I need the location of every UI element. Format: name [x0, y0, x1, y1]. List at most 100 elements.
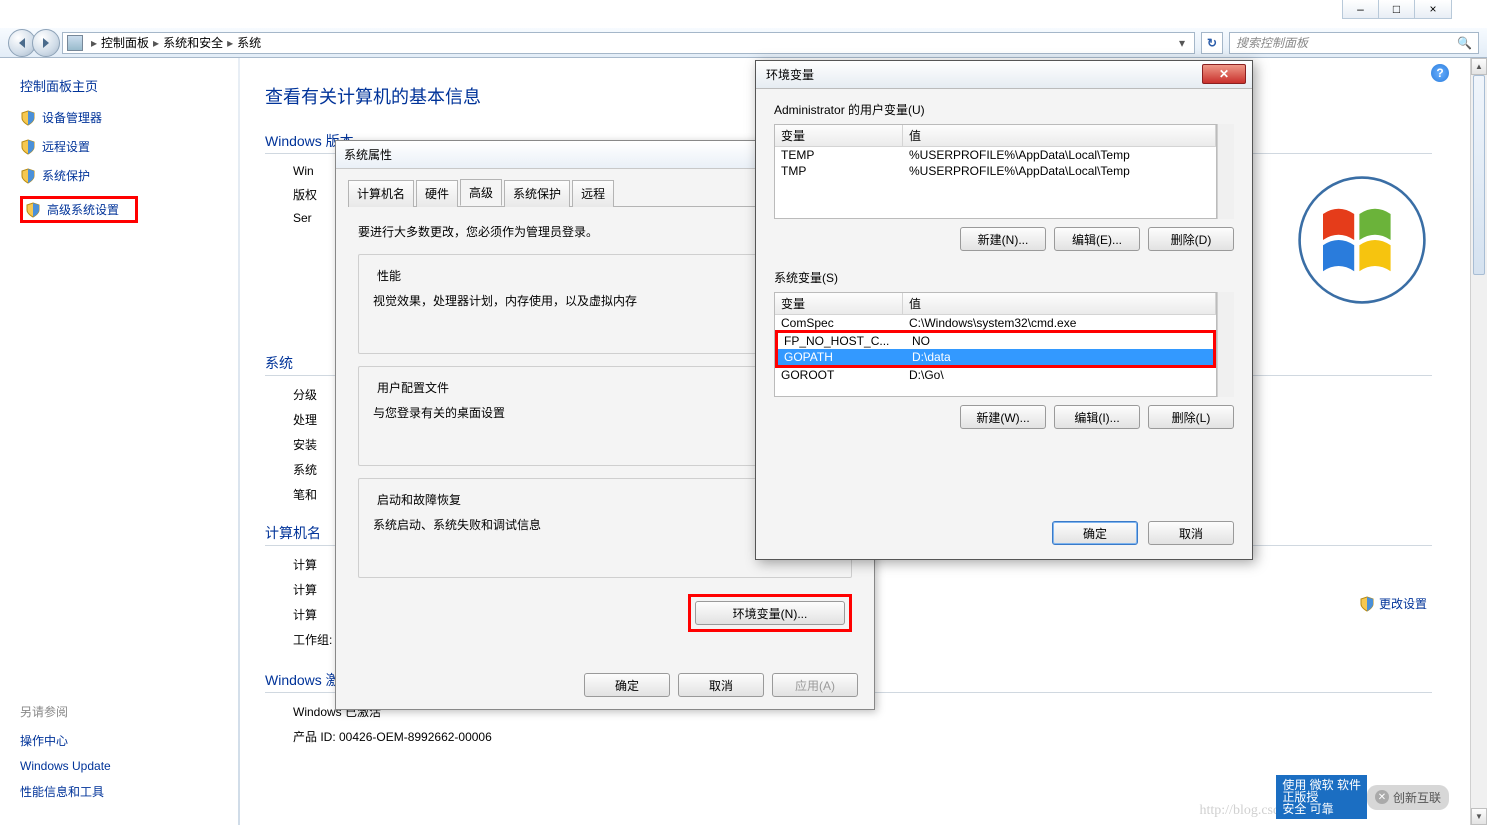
- sys-edit-button[interactable]: 编辑(I)...: [1054, 405, 1140, 429]
- breadcrumb-item[interactable]: 控制面板: [101, 34, 149, 51]
- listview-scrollbar[interactable]: [1217, 124, 1234, 219]
- list-row[interactable]: TMP%USERPROFILE%\AppData\Local\Temp: [775, 163, 1216, 179]
- var-value: D:\data: [906, 349, 957, 365]
- user-variables-section: Administrator 的用户变量(U) 变量 值 TEMP%USERPRO…: [756, 89, 1252, 257]
- list-row[interactable]: FP_NO_HOST_C...NO: [778, 333, 1213, 349]
- chevron-right-icon: ▸: [91, 36, 97, 50]
- col-value[interactable]: 值: [903, 125, 1216, 146]
- var-name: TMP: [775, 163, 903, 179]
- sidebar-item-advanced[interactable]: 高级系统设置: [25, 201, 119, 218]
- var-name: TEMP: [775, 147, 903, 163]
- search-placeholder: 搜索控制面板: [1236, 34, 1457, 51]
- tab-remote[interactable]: 远程: [572, 180, 614, 207]
- cancel-button[interactable]: 取消: [1148, 521, 1234, 545]
- sidebar-item-label: 系统保护: [42, 167, 90, 184]
- col-variable[interactable]: 变量: [775, 293, 903, 314]
- chevron-right-icon: ▸: [153, 36, 159, 50]
- list-row-selected[interactable]: GOPATHD:\data: [778, 349, 1213, 365]
- ok-button[interactable]: 确定: [1052, 521, 1138, 545]
- badge-line: 安全 可靠: [1282, 803, 1361, 815]
- computer-icon: [67, 35, 83, 51]
- environment-variables-button[interactable]: 环境变量(N)...: [695, 601, 845, 625]
- shield-icon: [20, 139, 36, 155]
- highlight-env-button: 环境变量(N)...: [688, 594, 852, 632]
- maximize-button[interactable]: □: [1379, 0, 1415, 18]
- explorer-toolbar: ▸ 控制面板 ▸ 系统和安全 ▸ 系统 ▾ ↻ 搜索控制面板 🔍: [0, 28, 1487, 58]
- dropdown-icon[interactable]: ▾: [1174, 36, 1190, 50]
- shield-icon: [25, 202, 41, 218]
- genuine-badge: 使用 微软 软件 正版授 安全 可靠: [1276, 775, 1367, 819]
- breadcrumb-item[interactable]: 系统和安全: [163, 34, 223, 51]
- sys-vars-listview[interactable]: 变量 值 ComSpecC:\Windows\system32\cmd.exe …: [774, 292, 1217, 397]
- sidebar-item-protection[interactable]: 系统保护: [20, 167, 230, 184]
- dialog-title: 环境变量: [756, 61, 1252, 89]
- listview-header: 变量 值: [775, 125, 1216, 147]
- col-value[interactable]: 值: [903, 293, 1216, 314]
- sys-vars-label: 系统变量(S): [774, 269, 1234, 286]
- minimize-button[interactable]: –: [1343, 0, 1379, 18]
- forward-button[interactable]: [32, 29, 60, 57]
- help-button[interactable]: ?: [1431, 64, 1449, 82]
- window-controls: – □ ×: [1342, 0, 1452, 19]
- sidebar-item-label: 设备管理器: [42, 109, 102, 126]
- user-delete-button[interactable]: 删除(D): [1148, 227, 1234, 251]
- tab-computer-name[interactable]: 计算机名: [348, 180, 414, 207]
- sys-new-button[interactable]: 新建(W)...: [960, 405, 1046, 429]
- tab-hardware[interactable]: 硬件: [416, 180, 458, 207]
- sidebar-item-label: 远程设置: [42, 138, 90, 155]
- var-value: %USERPROFILE%\AppData\Local\Temp: [903, 147, 1136, 163]
- nav-buttons: [8, 29, 56, 57]
- sidebar-item-device-manager[interactable]: 设备管理器: [20, 109, 230, 126]
- col-variable[interactable]: 变量: [775, 125, 903, 146]
- group-title: 用户配置文件: [373, 379, 453, 396]
- windows-logo-icon: [1297, 175, 1427, 305]
- ok-button[interactable]: 确定: [584, 673, 670, 697]
- link-performance[interactable]: 性能信息和工具: [20, 783, 230, 800]
- address-bar[interactable]: ▸ 控制面板 ▸ 系统和安全 ▸ 系统 ▾: [62, 32, 1195, 54]
- var-value: %USERPROFILE%\AppData\Local\Temp: [903, 163, 1136, 179]
- var-name: FP_NO_HOST_C...: [778, 333, 906, 349]
- minimize-icon: –: [1357, 2, 1364, 16]
- site-name: 创新互联: [1393, 789, 1441, 806]
- change-settings-link[interactable]: 更改设置: [1359, 595, 1427, 612]
- sidebar-item-remote[interactable]: 远程设置: [20, 138, 230, 155]
- tab-protection[interactable]: 系统保护: [504, 180, 570, 207]
- list-row[interactable]: TEMP%USERPROFILE%\AppData\Local\Temp: [775, 147, 1216, 163]
- environment-variables-dialog: 环境变量 ✕ Administrator 的用户变量(U) 变量 值 TEMP%…: [755, 60, 1253, 560]
- help-icon: ?: [1436, 66, 1443, 80]
- listview-scrollbar[interactable]: [1217, 292, 1234, 397]
- dialog-footer-buttons: 确定 取消: [1052, 521, 1234, 545]
- sidebar-title[interactable]: 控制面板主页: [20, 76, 230, 95]
- refresh-button[interactable]: ↻: [1201, 32, 1223, 54]
- user-vars-listview[interactable]: 变量 值 TEMP%USERPROFILE%\AppData\Local\Tem…: [774, 124, 1217, 219]
- tab-advanced[interactable]: 高级: [460, 179, 502, 206]
- user-edit-button[interactable]: 编辑(E)...: [1054, 227, 1140, 251]
- link-action-center[interactable]: 操作中心: [20, 732, 230, 749]
- var-name: GOPATH: [778, 349, 906, 365]
- refresh-icon: ↻: [1207, 36, 1217, 50]
- dialog-close-button[interactable]: ✕: [1202, 64, 1246, 84]
- vertical-scrollbar[interactable]: ▲ ▼: [1470, 58, 1487, 825]
- list-row[interactable]: ComSpecC:\Windows\system32\cmd.exe: [775, 315, 1216, 331]
- chevron-right-icon: ▸: [227, 36, 233, 50]
- scrollbar-thumb[interactable]: [1473, 75, 1485, 275]
- close-button[interactable]: ×: [1415, 0, 1451, 18]
- var-value: NO: [906, 333, 936, 349]
- link-windows-update[interactable]: Windows Update: [20, 759, 230, 773]
- highlight-gopath-row: FP_NO_HOST_C...NO GOPATHD:\data: [775, 330, 1216, 368]
- shield-icon: [1359, 596, 1375, 612]
- system-variables-section: 系统变量(S) 变量 值 ComSpecC:\Windows\system32\…: [756, 257, 1252, 435]
- brand-badge: 使用 微软 软件 正版授 安全 可靠 ✕创新互联: [1276, 775, 1449, 819]
- cancel-button[interactable]: 取消: [678, 673, 764, 697]
- sys-delete-button[interactable]: 删除(L): [1148, 405, 1234, 429]
- search-input[interactable]: 搜索控制面板 🔍: [1229, 32, 1479, 54]
- highlight-advanced-settings: 高级系统设置: [20, 196, 138, 223]
- user-new-button[interactable]: 新建(N)...: [960, 227, 1046, 251]
- list-row[interactable]: GOROOTD:\Go\: [775, 367, 1216, 383]
- scroll-up-icon[interactable]: ▲: [1471, 58, 1487, 75]
- apply-button[interactable]: 应用(A): [772, 673, 858, 697]
- search-icon: 🔍: [1457, 36, 1472, 50]
- breadcrumb-item[interactable]: 系统: [237, 34, 261, 51]
- scroll-down-icon[interactable]: ▼: [1471, 808, 1487, 825]
- sidebar: 控制面板主页 设备管理器 远程设置 系统保护 高级系统设置 另请参阅 操作中心 …: [0, 58, 240, 825]
